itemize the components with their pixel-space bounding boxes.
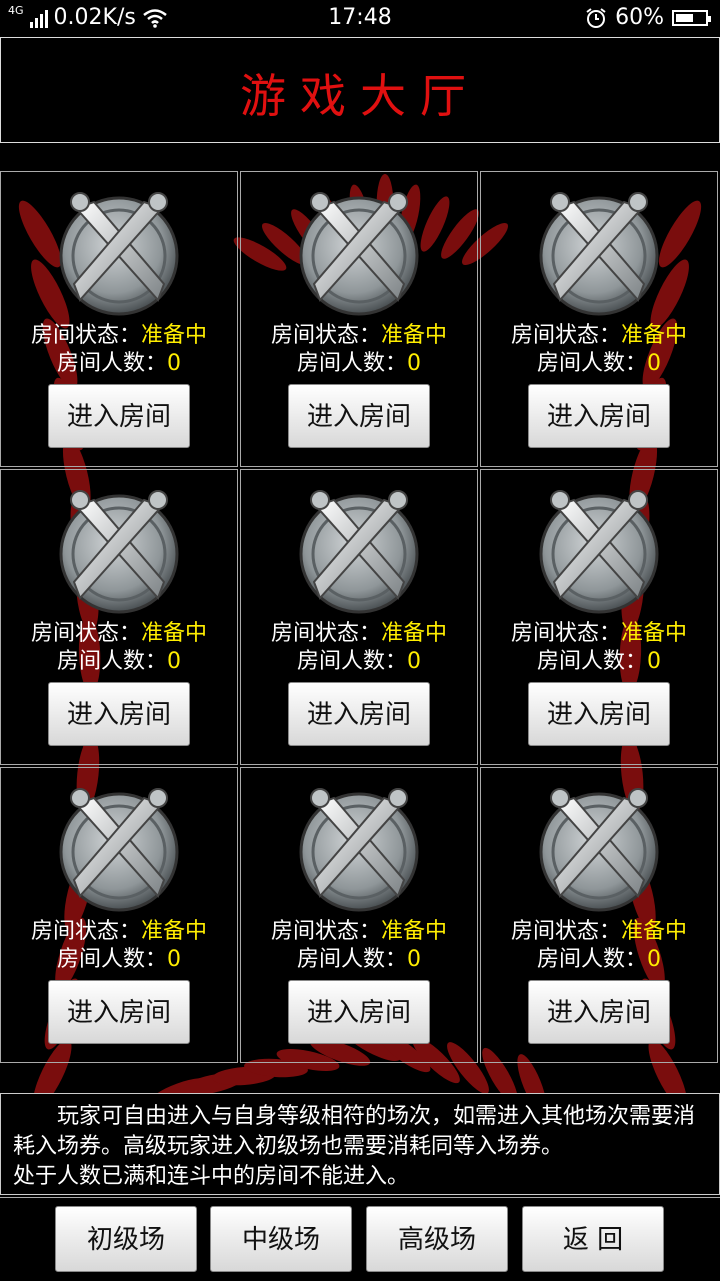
room-status-value: 准备中	[381, 621, 448, 646]
room-count-value: 0	[167, 351, 181, 376]
room-status-label: 房间状态：	[270, 323, 381, 348]
room-count-label: 房间人数：	[296, 351, 407, 376]
enter-room-button[interactable]: 进入房间	[48, 384, 190, 448]
crossed-swords-icon	[54, 486, 184, 616]
room-count-label: 房间人数：	[56, 947, 167, 972]
room-count-label: 房间人数：	[296, 947, 407, 972]
bottom-nav: 初级场 中级场 高级场 返 回	[0, 1197, 720, 1281]
title-bar: 游戏大厅	[0, 37, 720, 143]
room-count-value: 0	[647, 351, 661, 376]
enter-room-button[interactable]: 进入房间	[528, 980, 670, 1044]
room-count-value: 0	[167, 649, 181, 674]
enter-room-button[interactable]: 进入房间	[48, 980, 190, 1044]
room-status-label: 房间状态：	[30, 621, 141, 646]
room-card: 房间状态：准备中房间人数：0 进入房间	[480, 171, 718, 467]
room-status-value: 准备中	[381, 919, 448, 944]
battery-icon	[672, 9, 711, 26]
advanced-room-button[interactable]: 高级场	[366, 1206, 508, 1272]
room-status-value: 准备中	[381, 323, 448, 348]
room-count-label: 房间人数：	[296, 649, 407, 674]
intermediate-room-button[interactable]: 中级场	[210, 1206, 352, 1272]
room-status-label: 房间状态：	[270, 621, 381, 646]
room-card: 房间状态：准备中房间人数：0 进入房间	[0, 171, 238, 467]
enter-room-button[interactable]: 进入房间	[528, 682, 670, 746]
room-status-label: 房间状态：	[270, 919, 381, 944]
room-status-label: 房间状态：	[30, 323, 141, 348]
room-count-label: 房间人数：	[536, 947, 647, 972]
room-status-label: 房间状态：	[30, 919, 141, 944]
room-count-value: 0	[407, 947, 421, 972]
room-count-label: 房间人数：	[536, 351, 647, 376]
crossed-swords-icon	[294, 188, 424, 318]
crossed-swords-icon	[54, 784, 184, 914]
room-count-label: 房间人数：	[56, 649, 167, 674]
enter-room-button[interactable]: 进入房间	[288, 384, 430, 448]
room-grid: 房间状态：准备中 房间人数：0 进入房间 房间状态：准备中 房间人数：0 进入房间 房间状态…	[0, 171, 720, 1064]
room-card: 房间状态：准备中房间人数：0 进入房间	[480, 767, 718, 1063]
rules-notice: 玩家可自由进入与自身等级相符的场次，如需进入其他场次需要消耗入场券。高级玩家进入…	[0, 1093, 720, 1195]
notice-text-2: 处于人数已满和连斗中的房间不能进入。	[13, 1164, 410, 1189]
crossed-swords-icon	[54, 188, 184, 318]
crossed-swords-icon	[534, 784, 664, 914]
battery-percent: 60%	[615, 5, 664, 30]
enter-room-button[interactable]: 进入房间	[528, 384, 670, 448]
page-title: 游戏大厅	[240, 69, 480, 123]
room-status-value: 准备中	[621, 323, 688, 348]
room-status-value: 准备中	[621, 621, 688, 646]
room-status-value: 准备中	[141, 621, 208, 646]
room-count-value: 0	[407, 649, 421, 674]
crossed-swords-icon	[294, 784, 424, 914]
enter-room-button[interactable]: 进入房间	[288, 980, 430, 1044]
crossed-swords-icon	[294, 486, 424, 616]
notice-text-1: 玩家可自由进入与自身等级相符的场次，如需进入其他场次需要消耗入场券。高级玩家进入…	[13, 1104, 696, 1159]
room-status-label: 房间状态：	[510, 621, 621, 646]
room-card: 房间状态：准备中房间人数：0 进入房间	[480, 469, 718, 765]
room-count-label: 房间人数：	[536, 649, 647, 674]
room-count-value: 0	[647, 947, 661, 972]
back-button[interactable]: 返 回	[522, 1206, 664, 1272]
crossed-swords-icon	[534, 188, 664, 318]
alarm-icon	[586, 7, 606, 28]
room-card: 房间状态：准备中房间人数：0 进入房间	[0, 469, 238, 765]
room-count-value: 0	[647, 649, 661, 674]
room-status-value: 准备中	[141, 919, 208, 944]
enter-room-button[interactable]: 进入房间	[288, 682, 430, 746]
room-card: 房间状态：准备中房间人数：0 进入房间	[0, 767, 238, 1063]
room-status-label: 房间状态：	[510, 323, 621, 348]
room-card: 房间状态：准备中房间人数：0 进入房间	[240, 171, 478, 467]
status-bar: 4G 0.02K/s 17:48 60%	[0, 0, 720, 36]
crossed-swords-icon	[534, 486, 664, 616]
room-status-value: 准备中	[141, 323, 208, 348]
enter-room-button[interactable]: 进入房间	[48, 682, 190, 746]
room-status-label: 房间状态：	[510, 919, 621, 944]
room-count-value: 0	[167, 947, 181, 972]
room-card: 房间状态：准备中房间人数：0 进入房间	[240, 469, 478, 765]
room-count-label: 房间人数：	[56, 351, 167, 376]
room-count-value: 0	[407, 351, 421, 376]
room-status-value: 准备中	[621, 919, 688, 944]
beginner-room-button[interactable]: 初级场	[55, 1206, 197, 1272]
room-card: 房间状态：准备中房间人数：0 进入房间	[240, 767, 478, 1063]
